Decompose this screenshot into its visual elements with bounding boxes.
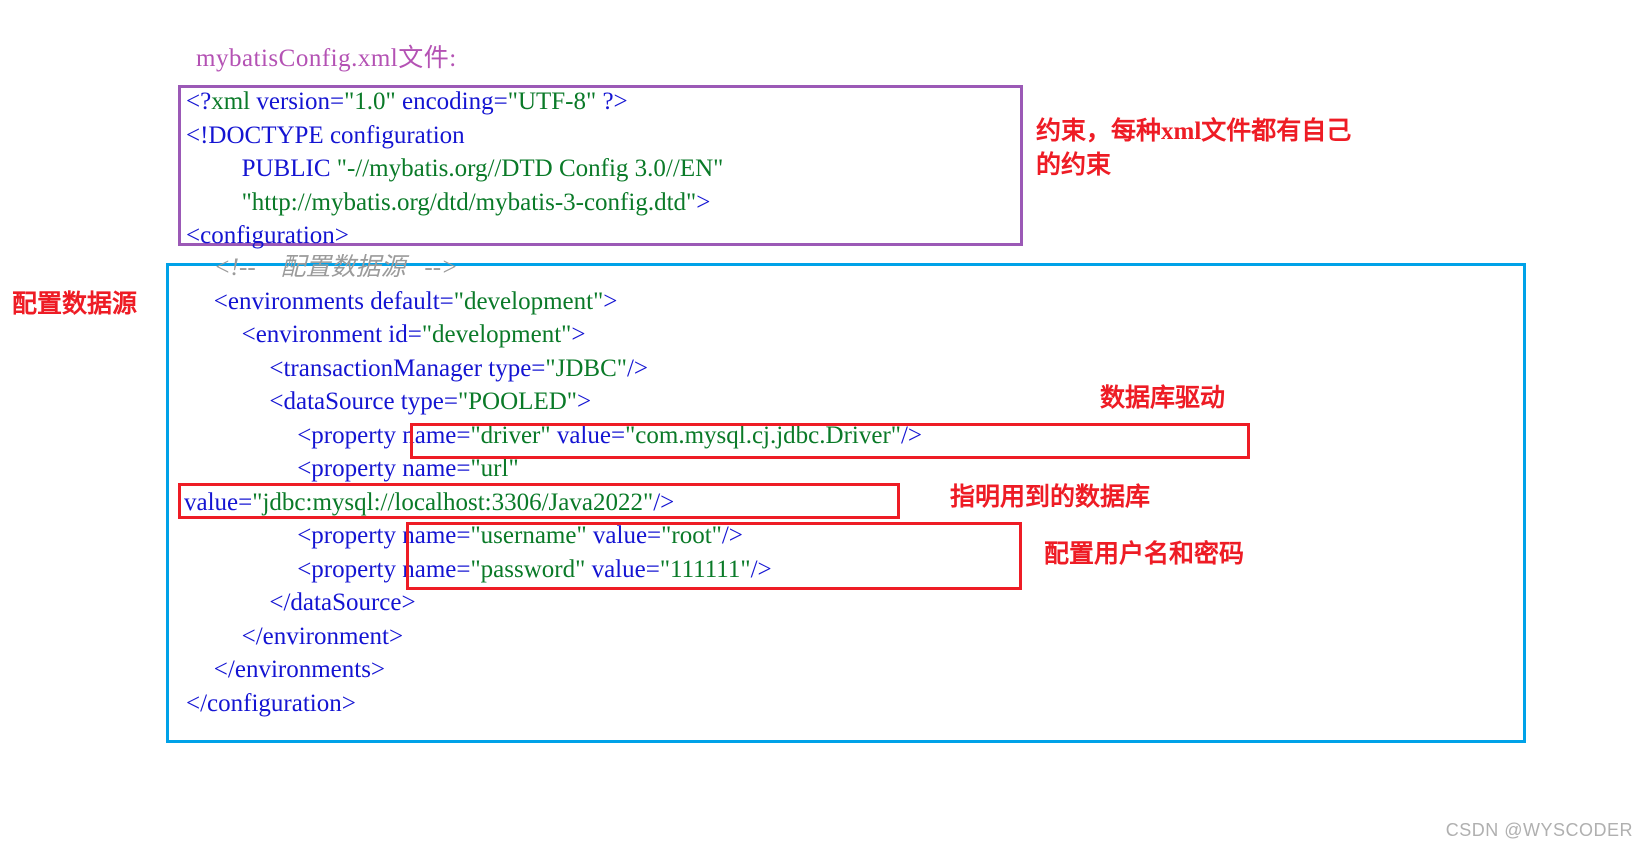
code-token: xml [211, 88, 251, 115]
code-token: "development" [453, 287, 604, 315]
annotation-datasource: 配置数据源 [12, 291, 138, 318]
code-token: > [603, 287, 618, 315]
watermark: CSDN @WYSCODER [1445, 820, 1633, 840]
code-token: <environments default= [213, 287, 454, 315]
code-line-datasource-10: </dataSource> [269, 589, 415, 617]
code-token: </environment> [241, 622, 404, 650]
code-line-datasource-4: <dataSource type="POOLED"> [269, 388, 591, 416]
code-token: "url" [470, 455, 519, 482]
code-token: <property name= [297, 455, 471, 482]
code-token: "JDBC" [545, 354, 627, 382]
code-token: <configuration> [186, 222, 349, 249]
code-line-doctype-4: <configuration> [186, 222, 349, 250]
code-token: > [571, 321, 586, 348]
code-line-datasource-13: </configuration> [186, 690, 356, 718]
code-line-datasource-6: <property name="url" [297, 455, 518, 483]
code-token: "POOLED" [457, 388, 577, 415]
code-line-datasource-11: </environment> [242, 623, 404, 651]
code-token: <dataSource type= [269, 388, 458, 415]
code-token: <? [186, 88, 212, 115]
annotation-database-driver: 数据库驱动 [1100, 385, 1226, 412]
code-line-doctype-1: <!DOCTYPE configuration [186, 122, 465, 150]
code-token: </configuration> [186, 689, 356, 717]
code-line-datasource-12: </environments> [214, 656, 385, 684]
highlight-box-url [178, 483, 900, 519]
code-line-datasource-0: <!-- 配置数据源 --> [214, 254, 458, 282]
code-token: "-//mybatis.org//DTD Config 3.0//EN" [336, 155, 724, 182]
code-line-doctype-3: "http://mybatis.org/dtd/mybatis-3-config… [242, 189, 711, 217]
code-token: <!DOCTYPE configuration [186, 121, 465, 149]
code-line-datasource-1: <environments default="development"> [214, 288, 618, 316]
code-token: "development" [421, 321, 572, 348]
code-token: /> [626, 354, 648, 382]
highlight-box-driver [410, 423, 1250, 459]
annotation-constraint: 约束，每种xml文件都有自己 的约束 [1036, 118, 1352, 179]
highlight-box-username-password [406, 522, 1022, 590]
annotation-database-url: 指明用到的数据库 [950, 484, 1151, 511]
code-token: > [696, 188, 711, 216]
code-line-datasource-3: <transactionManager type="JDBC"/> [269, 355, 648, 383]
code-line-datasource-2: <environment id="development"> [242, 321, 586, 349]
annotation-username-password: 配置用户名和密码 [1044, 541, 1245, 568]
code-token: PUBLIC [241, 155, 337, 182]
code-token: </environments> [213, 656, 386, 683]
code-token: "http://mybatis.org/dtd/mybatis-3-config… [241, 188, 697, 216]
code-token: <environment id= [241, 321, 422, 348]
code-token: </dataSource> [269, 589, 416, 616]
code-token: ?> [596, 88, 628, 115]
code-token: "UTF-8" [507, 88, 597, 115]
code-token: version= [250, 88, 345, 115]
code-token: > [576, 388, 592, 415]
code-line-doctype-2: PUBLIC "-//mybatis.org//DTD Config 3.0//… [242, 155, 724, 183]
code-line-doctype-0: <?xml version="1.0" encoding="UTF-8" ?> [186, 88, 628, 116]
code-token: encoding= [395, 88, 508, 115]
code-token: "1.0" [344, 88, 396, 115]
code-token: <!-- 配置数据源 --> [213, 254, 458, 281]
code-token: <transactionManager type= [269, 354, 546, 382]
